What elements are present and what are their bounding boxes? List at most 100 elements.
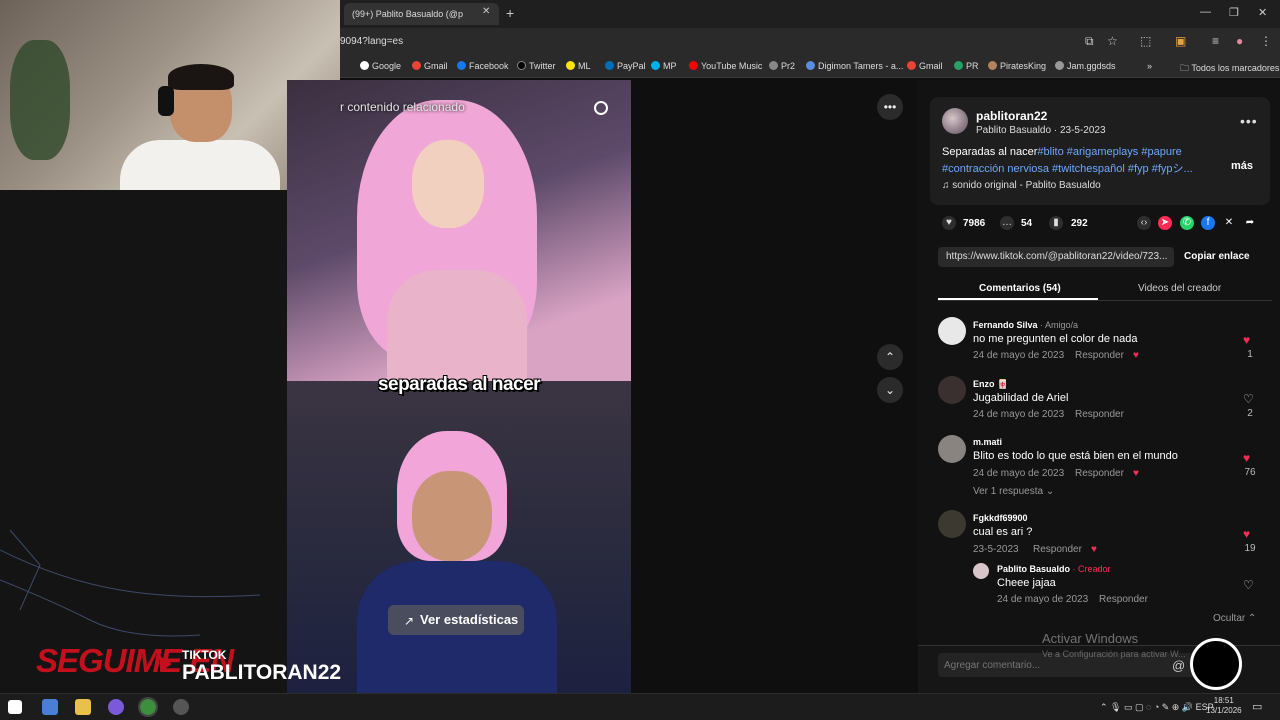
post-description: Separadas al nacer#blito #arigameplays #… (942, 146, 1182, 158)
comment-like-count: 2 (1247, 408, 1253, 419)
star-icon[interactable]: ☆ (1107, 34, 1118, 48)
next-video-icon[interactable]: ⌄ (877, 377, 903, 403)
messenger-icon[interactable] (108, 699, 124, 715)
comment-like-icon[interactable]: ♥ (1243, 527, 1250, 541)
bookmark-paypal[interactable]: PayPal (605, 61, 646, 71)
extensions-icon[interactable]: ⬚ (1140, 34, 1151, 48)
kebab-menu-icon[interactable]: ⋮ (1260, 34, 1272, 48)
new-tab-icon[interactable]: + (506, 5, 514, 21)
creator-username[interactable]: pablitoran22 (976, 109, 1047, 123)
notification-icon[interactable]: ▭ (1252, 700, 1262, 713)
like-icon[interactable]: ♥ (942, 216, 956, 230)
bookmark-jam[interactable]: Jam.ggdsds (1055, 61, 1116, 71)
tab-comments[interactable]: Comentarios (54) (979, 283, 1061, 294)
extension-icon[interactable]: ▣ (1175, 34, 1186, 48)
reply-button[interactable]: Responder (1075, 468, 1124, 479)
reply-button[interactable]: Responder (1075, 350, 1124, 361)
file-explorer-icon[interactable] (75, 699, 91, 715)
whatsapp-icon[interactable]: ✆ (1180, 216, 1194, 230)
copilot-icon[interactable] (42, 699, 58, 715)
menu-lines-icon[interactable]: ≡ (1212, 34, 1219, 48)
creator-avatar[interactable] (942, 108, 968, 134)
comment-author[interactable]: Fernando Silva · Amigo/a (973, 320, 1078, 330)
hashtags[interactable]: #blito #arigameplays #papure (1037, 146, 1181, 158)
comment-count: 54 (1021, 218, 1033, 229)
browser-tab[interactable]: (99+) Pablito Basualdo (@p (344, 3, 499, 25)
mention-icon[interactable]: @ (1172, 658, 1185, 673)
address-bar[interactable] (340, 28, 1280, 56)
bookmark-pr[interactable]: PR (954, 61, 979, 71)
post-more-icon[interactable]: ••• (1240, 113, 1258, 129)
commenter-avatar[interactable] (938, 435, 966, 463)
send-to-friends-icon[interactable]: ➤ (1158, 216, 1172, 230)
comment-icon[interactable]: … (1000, 216, 1014, 230)
embed-icon[interactable]: ‹› (1137, 216, 1151, 230)
bookmark-gmail-2[interactable]: Gmail (907, 61, 943, 71)
play-arrow-icon (160, 656, 172, 672)
commenter-avatar[interactable] (938, 317, 966, 345)
reply-button[interactable]: Responder (1075, 409, 1124, 420)
previous-video-icon[interactable]: ⌃ (877, 344, 903, 370)
comment-like-icon[interactable]: ♥ (1243, 333, 1250, 347)
close-window-icon[interactable]: ✕ (1258, 6, 1267, 19)
reply-avatar[interactable] (973, 563, 989, 579)
bookmark-icon[interactable]: ▮ (1049, 216, 1063, 230)
restore-icon[interactable]: ❐ (1229, 6, 1239, 19)
minimize-icon[interactable]: — (1200, 6, 1211, 18)
all-bookmarks-folder[interactable]: 🗀 Todos los marcadores (1180, 61, 1279, 77)
save-count: 292 (1071, 218, 1088, 229)
commenter-avatar[interactable] (938, 376, 966, 404)
bookmark-google[interactable]: Google (360, 61, 401, 71)
hide-replies-button[interactable]: Ocultar ⌃ (1213, 613, 1256, 624)
tab-creator-videos[interactable]: Videos del creador (1138, 283, 1221, 294)
url-text[interactable]: 9094?lang=es (340, 36, 403, 47)
bookmark-digimon[interactable]: Digimon Tamers - a... (806, 61, 903, 71)
x-icon[interactable]: ✕ (1222, 216, 1236, 230)
bookmark-youtube-music[interactable]: YouTube Music (689, 61, 762, 71)
system-tray[interactable]: ⌃ 🎙 ▭ ▢ ◌ ◔ ✎ ⊕ 🔊 ESP (1100, 702, 1214, 713)
comment-author[interactable]: m.mati (973, 437, 1002, 447)
creator-liked-icon: ♥ (1133, 468, 1139, 479)
bookmarks-overflow[interactable]: » (1147, 61, 1152, 71)
profile-icon[interactable]: ● (1236, 34, 1243, 48)
comment-text: Blito es todo lo que está bien en el mun… (973, 450, 1178, 462)
comment-like-count: 76 (1244, 467, 1256, 478)
bookmark-pr2[interactable]: Pr2 (769, 61, 795, 71)
reply-button[interactable]: Responder (1033, 544, 1082, 555)
creator-badge: · Creador (1070, 564, 1111, 574)
sound-link[interactable]: ♫ sonido original - Pablito Basualdo (942, 180, 1101, 191)
search-icon[interactable] (594, 101, 608, 115)
comment-author[interactable]: Enzo 🀄 (973, 379, 1008, 390)
share-icon[interactable]: ➦ (1243, 216, 1257, 230)
related-search-text[interactable]: r contenido relacionado (340, 100, 620, 118)
reply-like-icon[interactable]: ♡ (1243, 578, 1254, 592)
post-description-line2[interactable]: #contracción nerviosa #twitchespañol #fy… (942, 160, 1193, 176)
bookmark-twitter[interactable]: Twitter (517, 61, 556, 71)
comment-like-icon[interactable]: ♡ (1243, 392, 1254, 406)
more-options-icon[interactable]: ••• (877, 94, 903, 120)
more-button[interactable]: más (1231, 160, 1253, 172)
bookmark-facebook[interactable]: Facebook (457, 61, 509, 71)
comment-like-icon[interactable]: ♥ (1243, 451, 1250, 465)
windows-activation-title: Activar Windows (1042, 631, 1139, 646)
comment-date: 24 de mayo de 2023 (973, 468, 1065, 479)
bookmark-ml[interactable]: ML (566, 61, 591, 71)
screen-cast-icon[interactable]: ⧉ (1085, 34, 1094, 49)
reply-button[interactable]: Responder (1099, 594, 1148, 605)
view-replies-button[interactable]: Ver 1 respuesta ⌄ (973, 486, 1054, 497)
reply-author[interactable]: Pablito Basualdo · Creador (997, 564, 1111, 574)
video-link-field[interactable]: https://www.tiktok.com/@pablitoran22/vid… (938, 247, 1174, 267)
bookmark-gmail[interactable]: Gmail (412, 61, 448, 71)
windows-start-icon[interactable] (8, 700, 22, 714)
chrome-icon[interactable] (138, 697, 158, 717)
taskbar-clock[interactable]: 18:51 13/1/2026 (1206, 696, 1242, 716)
commenter-avatar[interactable] (938, 510, 966, 538)
obs-icon[interactable] (173, 699, 189, 715)
comment-author[interactable]: Fgkkdf69900 (973, 513, 1028, 523)
facebook-icon[interactable]: f (1201, 216, 1215, 230)
like-count: 7986 (963, 218, 986, 229)
close-tab-icon[interactable]: ✕ (482, 6, 490, 17)
copy-link-button[interactable]: Copiar enlace (1184, 251, 1250, 262)
bookmark-mp[interactable]: MP (651, 61, 677, 71)
bookmark-piratesking[interactable]: PiratesKing (988, 61, 1046, 71)
